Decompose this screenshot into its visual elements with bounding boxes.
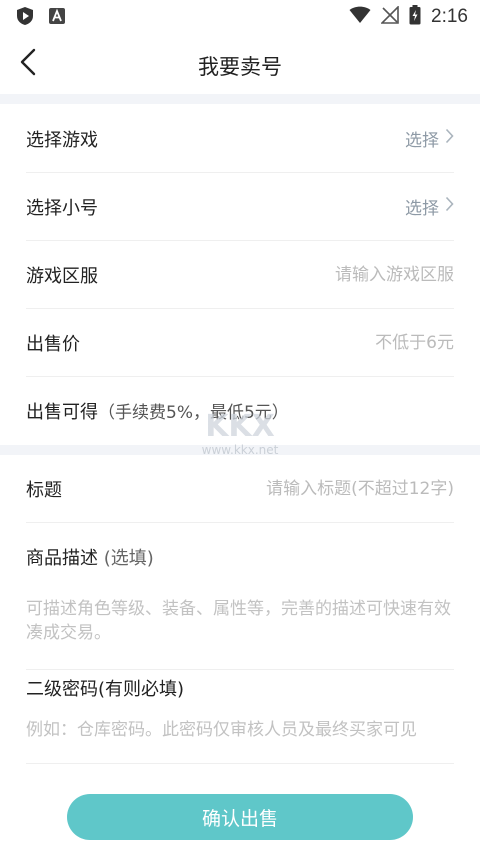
chevron-right-icon <box>445 196 454 217</box>
game-server-row: 游戏区服 <box>26 241 454 309</box>
no-signal-icon <box>380 5 399 28</box>
battery-charging-icon <box>409 5 421 29</box>
price-row: 出售价 <box>26 309 454 377</box>
select-game-label: 选择游戏 <box>26 129 98 151</box>
select-account-value: 选择 <box>405 199 439 219</box>
price-label: 出售价 <box>26 333 80 355</box>
divider <box>26 669 454 670</box>
secondary-password-input[interactable] <box>26 716 456 744</box>
select-account-row[interactable]: 选择小号 选择 <box>26 173 454 241</box>
earnings-fee-note: （手续费5%，最低5元） <box>98 403 289 423</box>
description-optional-tag: (选填) <box>103 548 154 569</box>
title-label: 标题 <box>26 479 62 501</box>
status-bar: 2:16 <box>0 0 480 34</box>
section-gap <box>0 94 480 104</box>
chevron-right-icon <box>445 128 454 149</box>
confirm-sell-button[interactable]: 确认出售 <box>67 794 413 840</box>
earnings-label: 出售可得 <box>26 402 98 423</box>
page-title: 我要卖号 <box>198 55 282 79</box>
select-game-value: 选择 <box>405 131 439 151</box>
price-input[interactable] <box>214 332 454 353</box>
title-input[interactable] <box>154 478 454 499</box>
select-account-label: 选择小号 <box>26 197 98 219</box>
description-label-text: 商品描述 <box>26 548 98 569</box>
app-bar: 我要卖号 <box>0 34 480 94</box>
shield-play-icon <box>16 6 34 30</box>
description-label: 商品描述 (选填) <box>26 544 154 570</box>
earnings-row: 出售可得（手续费5%，最低5元） <box>26 377 454 445</box>
game-server-label: 游戏区服 <box>26 265 98 287</box>
status-time: 2:16 <box>431 6 468 27</box>
select-game-picker[interactable]: 选择 <box>405 126 454 151</box>
game-server-input[interactable] <box>214 264 454 285</box>
section-gap <box>0 445 480 455</box>
wifi-icon <box>349 6 371 28</box>
description-textarea[interactable] <box>26 597 456 653</box>
app-a-icon <box>48 7 66 29</box>
select-game-row[interactable]: 选择游戏 选择 <box>26 105 454 173</box>
title-row: 标题 <box>26 455 454 523</box>
divider <box>26 763 454 764</box>
earnings-text: 出售可得（手续费5%，最低5元） <box>26 398 289 424</box>
secondary-password-label: 二级密码(有则必填) <box>26 679 185 700</box>
select-account-picker[interactable]: 选择 <box>405 194 454 219</box>
